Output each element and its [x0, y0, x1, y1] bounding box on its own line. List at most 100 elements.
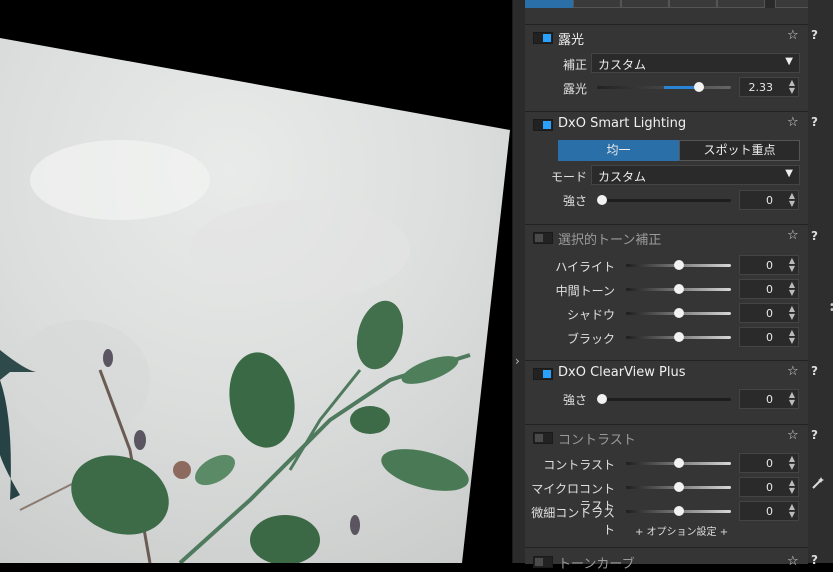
slider-handle[interactable] — [673, 482, 684, 492]
row-label: ブラック — [566, 332, 615, 346]
tone-curve-toggle[interactable] — [533, 556, 553, 568]
mode-uniform-button[interactable]: 均一 — [558, 140, 679, 161]
row-value-field[interactable]: 0 ▲ ▼ — [739, 453, 799, 473]
star-icon[interactable]: ☆ — [787, 228, 799, 243]
slider-handle[interactable] — [673, 332, 684, 342]
section-title: DxO ClearView Plus — [558, 365, 686, 380]
correction-dropdown[interactable]: カスタム ▼ — [591, 53, 800, 73]
row-slider[interactable] — [626, 506, 731, 516]
slider-handle[interactable] — [597, 394, 607, 404]
exposure-slider[interactable] — [597, 82, 731, 92]
section-header[interactable]: 露光 ☆ — [525, 25, 808, 49]
row-slider[interactable] — [626, 482, 731, 492]
section-header[interactable]: DxO Smart Lighting ☆ — [525, 112, 808, 136]
slider-handle[interactable] — [673, 260, 684, 270]
slider-handle[interactable] — [673, 458, 684, 468]
palette-tabs — [525, 0, 808, 8]
chevron-right-icon[interactable]: › — [515, 354, 520, 368]
strength-slider[interactable] — [597, 195, 731, 205]
clearview-toggle[interactable] — [533, 368, 553, 380]
section-selective-tone: 選択的トーン補正 ☆ ハイライト 0 ▲▼ 中間トーン 0 ▲▼ シャドウ — [525, 224, 808, 360]
dropdown-arrow-icon: ▼ — [785, 56, 793, 67]
row-label: シャドウ — [566, 308, 615, 322]
section-title: DxO Smart Lighting — [558, 116, 687, 131]
spinner-icon[interactable]: ▲ ▼ — [789, 391, 795, 407]
exposure-value-field[interactable]: 2.33 ▲ ▼ — [739, 77, 799, 97]
section-smart-lighting: DxO Smart Lighting ☆ 均一 スポット重点 モード カスタム … — [525, 111, 808, 224]
row-slider[interactable] — [626, 284, 731, 294]
help-icon[interactable]: ? — [811, 28, 818, 42]
palette-tab-color[interactable] — [573, 0, 621, 8]
row-label: 中間トーン — [555, 284, 615, 298]
help-icon[interactable]: ? — [811, 364, 818, 378]
row-label: コントラスト — [543, 458, 615, 472]
slider-handle[interactable] — [673, 284, 684, 294]
palette-tab-geometry[interactable] — [669, 0, 717, 8]
row-label: 微細コントラスト — [531, 506, 615, 537]
section-header[interactable]: トーンカーブ ☆ — [525, 548, 808, 572]
row-value-field[interactable]: 0 ▲ ▼ — [739, 255, 799, 275]
spinner-icon[interactable]: ▲ ▼ — [789, 257, 795, 273]
star-icon[interactable]: ☆ — [787, 28, 799, 43]
row-value-field[interactable]: 0 ▲ ▼ — [739, 303, 799, 323]
slider-handle[interactable] — [597, 195, 607, 205]
row-value-field[interactable]: 0 ▲ ▼ — [739, 477, 799, 497]
star-icon[interactable]: ☆ — [787, 554, 799, 569]
section-header[interactable]: DxO ClearView Plus ☆ — [525, 361, 808, 385]
slider-handle[interactable] — [673, 308, 684, 318]
section-title: コントラスト — [558, 433, 636, 448]
help-icon[interactable]: ? — [811, 229, 818, 243]
help-icon[interactable]: ? — [811, 553, 818, 567]
section-title: 選択的トーン補正 — [558, 233, 662, 248]
slider-handle[interactable] — [673, 506, 684, 516]
clearview-value-field[interactable]: 0 ▲ ▼ — [739, 389, 799, 409]
star-icon[interactable]: ☆ — [787, 428, 799, 443]
row-slider[interactable] — [626, 308, 731, 318]
star-icon[interactable]: ☆ — [787, 115, 799, 130]
section-title: 露光 — [558, 33, 585, 48]
spinner-icon[interactable]: ▲ ▼ — [789, 503, 795, 519]
magic-wand-icon[interactable] — [811, 476, 825, 493]
row-value-field[interactable]: 0 ▲ ▼ — [739, 501, 799, 521]
panel-collapse-strip[interactable]: › — [512, 0, 526, 563]
row-value-field[interactable]: 0 ▲ ▼ — [739, 327, 799, 347]
exposure-toggle[interactable] — [533, 32, 553, 44]
clearview-strength-slider[interactable] — [597, 394, 731, 404]
correction-panel: 露光 ☆ 補正 カスタム ▼ 露光 2.33 ▲ ▼ DxO Smart Ligh… — [525, 0, 808, 572]
section-clearview: DxO ClearView Plus ☆ 強さ 0 ▲ ▼ — [525, 360, 808, 424]
star-icon[interactable]: ☆ — [787, 364, 799, 379]
mode-label: モード — [550, 170, 587, 184]
section-header[interactable]: コントラスト ☆ — [525, 425, 808, 449]
help-icon[interactable]: ? — [811, 115, 818, 129]
contrast-toggle[interactable] — [533, 432, 553, 444]
help-icon[interactable]: ? — [811, 428, 818, 442]
row-slider[interactable] — [626, 332, 731, 342]
slider-handle[interactable] — [693, 82, 704, 92]
smart-lighting-toggle[interactable] — [533, 119, 553, 131]
strength-value-field[interactable]: 0 ▲ ▼ — [739, 190, 799, 210]
photo-viewer[interactable] — [0, 0, 512, 563]
palette-tab-detail[interactable] — [621, 0, 669, 8]
strength-label: 強さ — [562, 393, 587, 407]
spinner-icon[interactable]: ▲ ▼ — [789, 79, 795, 95]
section-contrast: コントラスト ☆ コントラスト 0 ▲ ▼ マイクロコントラスト 0 ▲ ▼ 微細コ… — [525, 424, 808, 547]
row-slider[interactable] — [626, 260, 731, 270]
row-value-field[interactable]: 0 ▲ ▼ — [739, 279, 799, 299]
row-slider[interactable] — [626, 458, 731, 468]
spinner-icon[interactable]: ▲ ▼ — [789, 329, 795, 345]
mode-dropdown[interactable]: カスタム ▼ — [591, 165, 800, 185]
spinner-icon[interactable]: ▲ ▼ — [789, 305, 795, 321]
palette-tab-light[interactable] — [525, 0, 573, 8]
spinner-icon[interactable]: ▲ ▼ — [789, 479, 795, 495]
spinner-icon[interactable]: ▲ ▼ — [789, 192, 795, 208]
selective-tone-toggle[interactable] — [533, 232, 553, 244]
exposure-label: 露光 — [562, 82, 587, 96]
section-header[interactable]: 選択的トーン補正 ☆ — [525, 225, 808, 249]
spinner-icon[interactable]: ▲ ▼ — [789, 281, 795, 297]
spinner-icon[interactable]: ▲ ▼ — [789, 455, 795, 471]
mode-spot-button[interactable]: スポット重点 — [679, 140, 800, 161]
vertical-dots-icon[interactable]: •• — [829, 301, 833, 316]
strength-label: 強さ — [562, 194, 587, 208]
options-toggle[interactable]: + オプション設定 + — [635, 523, 728, 538]
palette-tab-effects[interactable] — [717, 0, 765, 8]
